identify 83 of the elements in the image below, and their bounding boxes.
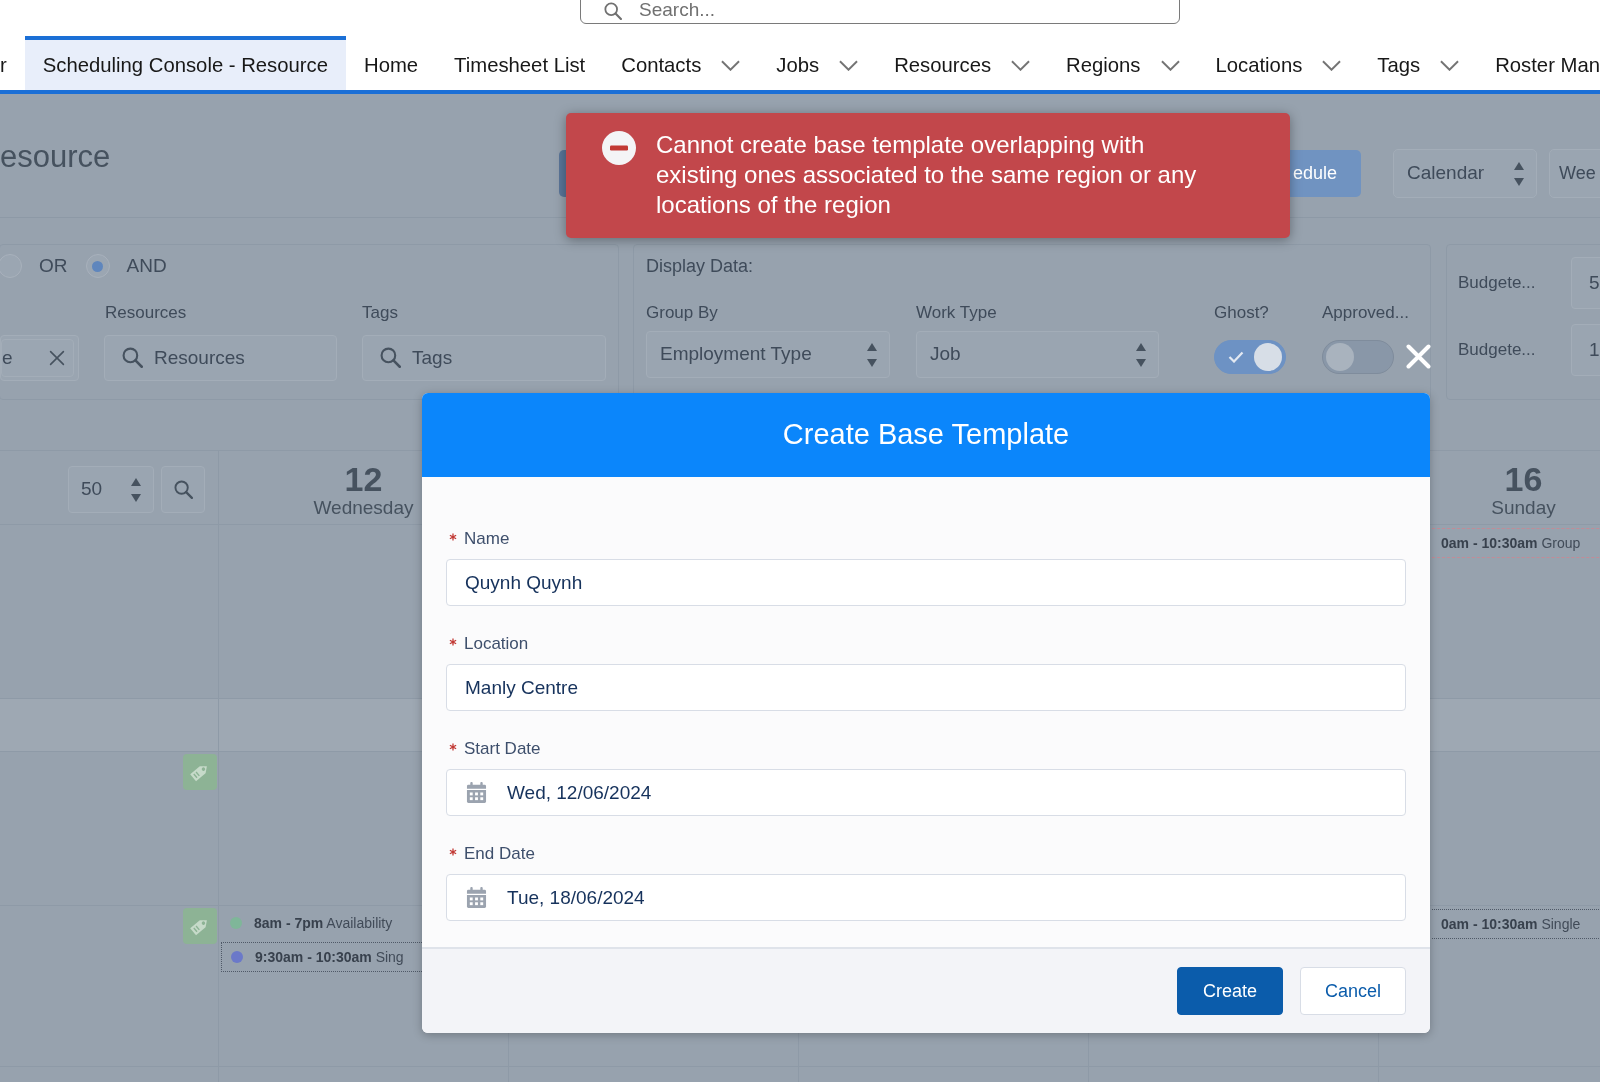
- calendar-icon[interactable]: [466, 782, 487, 803]
- chevron-down-icon[interactable]: [1322, 59, 1342, 71]
- chevron-down-icon[interactable]: [721, 59, 741, 71]
- nav-tab[interactable]: Contacts: [603, 36, 759, 90]
- minus-circle-icon: [602, 131, 636, 165]
- field-label: Resources: [105, 303, 187, 323]
- calendar-icon[interactable]: [466, 887, 487, 908]
- panel-title: Display Data:: [646, 254, 754, 278]
- range-select[interactable]: Wee: [1549, 149, 1600, 198]
- toolbar-button[interactable]: [559, 150, 566, 197]
- day-number: 12: [344, 461, 383, 497]
- toggle-switch[interactable]: [1214, 340, 1286, 374]
- chevron-down-icon[interactable]: [1440, 59, 1460, 71]
- event-text: 0am - 10:30am Group: [1441, 533, 1581, 553]
- sort-arrows-icon: [1136, 342, 1146, 367]
- toggle-switch[interactable]: [1322, 340, 1394, 374]
- nav-tab[interactable]: Jobs: [758, 36, 877, 90]
- event-text: 8am - 7pm Availability: [254, 913, 393, 933]
- chevron-down-icon[interactable]: [839, 59, 859, 71]
- day-number: 16: [1504, 461, 1543, 497]
- sort-arrows-icon: [1514, 161, 1524, 186]
- toast-message: Cannot create base template overlapping with existing ones associated to the same region or any locations of the region: [656, 130, 1198, 220]
- radio-label: OR: [39, 253, 68, 278]
- sort-arrows-icon: [131, 477, 141, 502]
- search-button[interactable]: [161, 466, 205, 513]
- nav-tab[interactable]: Home: [346, 36, 437, 90]
- field-label: End Date: [464, 843, 535, 866]
- nav-tab[interactable]: Scheduling Console - Resource: [24, 36, 346, 90]
- number-field[interactable]: 5: [1571, 257, 1600, 309]
- search-field[interactable]: Tags: [362, 335, 606, 381]
- text-input[interactable]: Manly Centre: [446, 664, 1406, 711]
- search-icon: [604, 2, 622, 20]
- tag-icon[interactable]: [183, 754, 217, 790]
- check-icon: [1228, 351, 1244, 363]
- page-title: esource: [0, 139, 111, 174]
- event-text: 0am - 10:30am Single: [1441, 914, 1581, 934]
- nav-tab[interactable]: Resources: [876, 36, 1049, 90]
- cancel-button[interactable]: Cancel: [1300, 967, 1406, 1015]
- shift-event[interactable]: 0am - 10:30am Single: [1432, 909, 1600, 939]
- close-icon[interactable]: [49, 350, 65, 366]
- event-text: 9:30am - 10:30am Sing: [255, 947, 404, 967]
- availability-event[interactable]: 8am - 7pm Availability: [221, 909, 422, 937]
- select-field[interactable]: Employment Type: [646, 331, 890, 378]
- field-label: Start Date: [464, 738, 541, 761]
- nav-tab[interactable]: r: [0, 36, 25, 90]
- modal-title: Create Base Template: [782, 417, 1070, 453]
- create-button[interactable]: Create: [1177, 967, 1283, 1015]
- field-label: Name: [464, 528, 510, 551]
- search-icon: [380, 347, 401, 368]
- field-label: Group By: [646, 302, 718, 325]
- text-input[interactable]: Quynh Quynh: [446, 559, 1406, 606]
- number-field[interactable]: 1: [1571, 324, 1600, 376]
- chevron-down-icon[interactable]: [1011, 59, 1031, 71]
- view-select[interactable]: Calendar: [1393, 149, 1537, 198]
- search-icon: [122, 347, 143, 368]
- chevron-down-icon[interactable]: [1160, 59, 1180, 71]
- search-field[interactable]: Search...: [580, 0, 1180, 24]
- shift-event[interactable]: 9:30am - 10:30am Sing: [221, 942, 422, 972]
- field-label: Work Type: [916, 302, 997, 325]
- field-label: Approved...: [1322, 302, 1409, 325]
- shift-event[interactable]: 0am - 10:30am Group: [1432, 528, 1600, 558]
- sort-arrows-icon: [867, 342, 877, 367]
- page-size-select[interactable]: 50: [68, 466, 154, 513]
- date-field[interactable]: Tue, 18/06/2024: [446, 874, 1406, 921]
- day-name: Wednesday: [313, 497, 414, 519]
- nav-tab[interactable]: Regions: [1048, 36, 1198, 90]
- select-field[interactable]: Job: [916, 331, 1159, 378]
- search-icon: [173, 480, 193, 499]
- radio-button[interactable]: [85, 254, 110, 278]
- field-label: Budgete...: [1458, 273, 1536, 293]
- nav-tab[interactable]: Locations: [1197, 36, 1360, 90]
- date-field[interactable]: Wed, 12/06/2024: [446, 769, 1406, 816]
- tag-icon[interactable]: [183, 908, 217, 944]
- search-field[interactable]: Resources: [104, 335, 337, 381]
- field-label: Tags: [362, 302, 398, 325]
- nav-tab[interactable]: Roster Man: [1477, 36, 1600, 90]
- nav-tab[interactable]: Timesheet List: [436, 36, 604, 90]
- radio-label: AND: [126, 253, 167, 278]
- field-label: Location: [464, 633, 529, 656]
- day-name: Sunday: [1491, 497, 1556, 519]
- nav-tab[interactable]: Tags: [1359, 36, 1478, 90]
- field-label: Ghost?: [1214, 302, 1269, 325]
- field-label: Budgete...: [1458, 340, 1536, 360]
